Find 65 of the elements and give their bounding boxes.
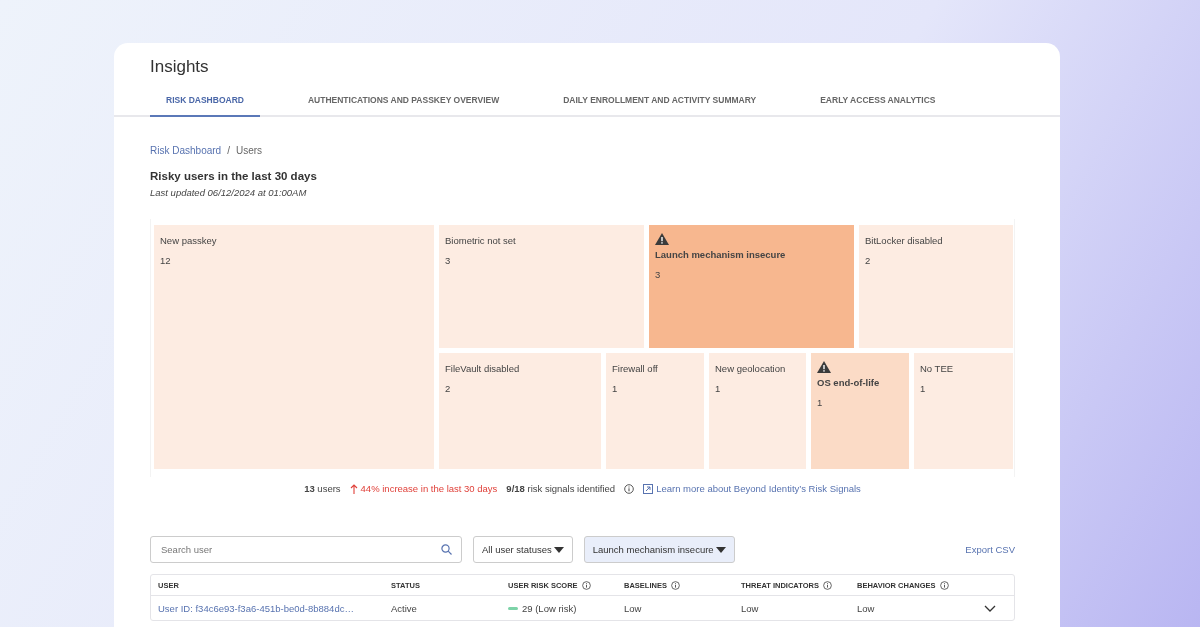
tab[interactable]: DAILY ENROLLMENT AND ACTIVITY SUMMARY xyxy=(547,95,773,117)
breadcrumb-current: Users xyxy=(235,145,263,156)
export-csv-link[interactable]: Export CSV xyxy=(965,544,1015,555)
tile-count: 1 xyxy=(715,383,722,394)
tile-count: 12 xyxy=(160,255,172,266)
tile-label: Launch mechanism insecure xyxy=(655,249,787,260)
treemap-tile[interactable]: Launch mechanism insecure 3 xyxy=(649,225,854,348)
caret-icon xyxy=(553,546,564,553)
tile-label: New passkey xyxy=(160,235,218,246)
tile-label: OS end-of-life xyxy=(817,377,881,388)
treemap-tile[interactable]: New geolocation 1 xyxy=(709,353,806,469)
info-icon xyxy=(624,483,635,494)
info-icon xyxy=(581,580,591,590)
tile-count: 3 xyxy=(445,255,452,266)
risk-signals-link[interactable]: Learn more about Beyond Identity’s Risk Signals xyxy=(643,483,861,494)
tile-count: 3 xyxy=(655,269,662,280)
score-bar-icon xyxy=(508,606,518,610)
filter-dropdown[interactable]: All user statuses xyxy=(473,536,573,563)
tile-count: 1 xyxy=(817,397,824,408)
caret-icon xyxy=(715,546,726,553)
filter-dropdown[interactable]: Launch mechanism insecure xyxy=(583,536,735,563)
up-arrow-icon xyxy=(349,483,358,494)
breadcrumb-separator: / xyxy=(227,145,230,156)
search-field[interactable]: Search user xyxy=(150,536,462,563)
table-cell-text: Active xyxy=(391,602,418,614)
tile-label: BitLocker disabled xyxy=(865,235,944,246)
info-icon xyxy=(822,580,832,590)
tile-label: Firewall off xyxy=(612,363,659,374)
tab[interactable]: RISK DASHBOARD xyxy=(150,95,260,117)
info-icon xyxy=(939,580,949,590)
tile-count: 1 xyxy=(920,383,927,394)
tab[interactable]: EARLY ACCESS ANALYTICS xyxy=(804,95,952,117)
tile-label: New geolocation xyxy=(715,363,787,374)
signals-text: 9/18 risk signals identified xyxy=(506,483,616,494)
treemap-tile[interactable]: BitLocker disabled 2 xyxy=(859,225,1013,348)
treemap-tile[interactable]: No TEE 1 xyxy=(914,353,1013,469)
risk-score-cell: 29 (Low risk) xyxy=(508,602,624,614)
treemap-tile[interactable]: Firewall off 1 xyxy=(606,353,704,469)
table-cell-text: Low xyxy=(857,602,876,614)
search-icon xyxy=(441,544,452,555)
last-updated-text: Last updated 06/12/2024 at 01:00AM xyxy=(150,187,308,198)
breadcrumb-link[interactable]: Risk Dashboard xyxy=(150,145,222,156)
tile-label: FileVault disabled xyxy=(445,363,521,374)
tile-count: 2 xyxy=(865,255,872,266)
treemap-tile[interactable]: OS end-of-life 1 xyxy=(811,353,909,469)
table-cell-text: Low xyxy=(741,602,760,614)
increase-text: 44% increase in the last 30 days xyxy=(349,483,498,494)
tile-count: 2 xyxy=(445,383,452,394)
section-heading: Risky users in the last 30 days xyxy=(150,170,318,182)
chevron-icon[interactable] xyxy=(984,604,996,612)
users-count: 13 users xyxy=(304,483,341,494)
warning-icon xyxy=(655,233,669,245)
tile-count: 1 xyxy=(612,383,619,394)
info-icon xyxy=(670,580,680,590)
tile-label: Biometric not set xyxy=(445,235,517,246)
table-cell-text: Low xyxy=(624,602,643,614)
treemap-tile[interactable]: FileVault disabled 2 xyxy=(439,353,601,469)
treemap-tile[interactable]: New passkey 12 xyxy=(154,225,434,469)
treemap-tile[interactable]: Biometric not set 3 xyxy=(439,225,644,348)
warning-icon xyxy=(817,361,831,373)
external-link-icon xyxy=(643,483,654,494)
user-id-link[interactable]: User ID: f34c6e93-f3a6-451b-be0d-8b884dc… xyxy=(158,602,391,614)
tile-label: No TEE xyxy=(920,363,955,374)
tab[interactable]: AUTHENTICATIONS AND PASSKEY OVERVIEW xyxy=(291,95,516,117)
page-title: Insights xyxy=(150,57,210,77)
